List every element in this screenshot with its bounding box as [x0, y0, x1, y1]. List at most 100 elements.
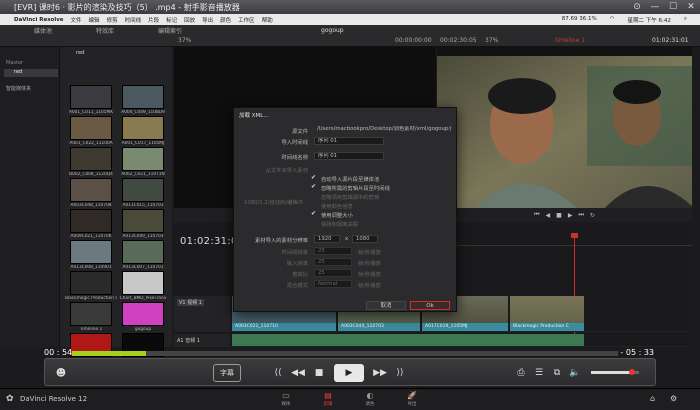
stop-button[interactable]: ■	[313, 364, 325, 382]
capture-icon[interactable]: ⎙	[515, 364, 527, 382]
resolution-row: 素材导入的素材分辨率 1920 x 1080	[234, 235, 458, 244]
tab-edit-index[interactable]: 编辑索引	[158, 26, 182, 35]
page-color[interactable]: ◐ 调色	[355, 391, 385, 407]
bin-red[interactable]: red	[4, 69, 58, 77]
clip-thumbnail[interactable]	[70, 271, 112, 295]
rewind-icon[interactable]: ◀	[546, 212, 551, 219]
option-checkbox[interactable]: ✔	[311, 184, 318, 191]
menu-item[interactable]: 工作区	[238, 16, 255, 24]
playhead-marker[interactable]	[571, 233, 578, 238]
search-icon[interactable]: ⌕	[684, 16, 687, 24]
volume-knob[interactable]	[629, 369, 635, 375]
loop-icon[interactable]: ↻	[590, 212, 595, 219]
menu-app[interactable]: DaVinci Resolve	[14, 17, 64, 23]
fast-forward-button[interactable]: ▶▶	[373, 364, 387, 382]
menu-item[interactable]: 片段	[148, 16, 159, 24]
clip-thumbnail[interactable]	[122, 116, 164, 140]
prev-icon[interactable]: ⏮	[534, 211, 539, 219]
rewind-button[interactable]: ◀◀	[291, 364, 305, 382]
res-height-input[interactable]: 1080	[352, 235, 378, 243]
ok-button[interactable]: Ok	[410, 301, 450, 310]
menu-item[interactable]: 修剪	[107, 16, 118, 24]
menu-item[interactable]: 导出	[202, 16, 213, 24]
track-label-a1[interactable]: A1 音频 1	[177, 337, 200, 344]
subtitle-button[interactable]: 字幕	[213, 364, 241, 382]
option-checkbox[interactable]	[311, 193, 318, 200]
seek-bar[interactable]	[72, 351, 618, 356]
cancel-button[interactable]: 取消	[366, 301, 406, 310]
disabled-row: 宽高比 25 帧/秒播放	[234, 269, 458, 278]
option-checkbox[interactable]	[311, 220, 318, 227]
timeline-viewer[interactable]: ⏮ ◀ ■ ▶ ⏭ ↻	[437, 47, 692, 222]
page-edit[interactable]: ▤ 剪辑	[313, 391, 343, 407]
next-chapter-button[interactable]: ⟩⟩	[393, 364, 407, 382]
minimize-button[interactable]: —	[646, 2, 664, 12]
option-checkbox[interactable]	[311, 202, 318, 209]
play-icon[interactable]: ▶	[568, 212, 573, 219]
window-icon[interactable]: ⧉	[551, 364, 563, 382]
menu-item[interactable]: 时间线	[125, 16, 142, 24]
clip-thumbnail[interactable]	[122, 85, 164, 109]
wifi-icon[interactable]: ◠	[610, 16, 615, 24]
menu-item[interactable]: 颜色	[220, 16, 231, 24]
menu-item[interactable]: 编辑	[89, 16, 100, 24]
clip-thumbnail[interactable]	[122, 147, 164, 171]
tab-media-pool[interactable]: 媒体池	[34, 26, 52, 35]
clip-name: A001_C022_11100A	[69, 141, 113, 146]
time-current: 00 : 54	[44, 348, 73, 357]
src-zoom[interactable]: 37%	[178, 37, 191, 44]
clip-thumbnail[interactable]	[122, 178, 164, 202]
clock[interactable]: 星期二 下午 6:42	[628, 16, 671, 24]
clip-thumbnail[interactable]	[70, 116, 112, 140]
clip-thumbnail[interactable]	[70, 178, 112, 202]
bin-master[interactable]: Master	[6, 60, 23, 66]
clip-thumbnail[interactable]	[70, 302, 112, 326]
option-checkbox[interactable]: ✔	[311, 175, 318, 182]
menu-item[interactable]: 帮助	[262, 16, 273, 24]
home-icon[interactable]: ⌂	[650, 394, 655, 403]
timeline-name[interactable]: timeline 1	[555, 37, 585, 44]
menu-item[interactable]: 回放	[184, 16, 195, 24]
clip-thumbnail[interactable]	[122, 240, 164, 264]
project-title: gogoup	[321, 27, 344, 34]
volume-slider[interactable]	[591, 369, 639, 375]
current-bin-label[interactable]: red	[76, 50, 84, 56]
clip-thumbnail[interactable]	[122, 209, 164, 233]
clip-thumbnail[interactable]	[70, 209, 112, 233]
player-progress: 00 : 54 - 05 : 33	[44, 348, 656, 358]
tl-zoom[interactable]: 37%	[485, 37, 498, 44]
clip-thumbnail[interactable]	[70, 147, 112, 171]
timeline-name-input[interactable]: 序列 01	[314, 152, 384, 160]
tab-effects[interactable]: 特效库	[96, 26, 114, 35]
close-button[interactable]: ✕	[682, 2, 700, 12]
track-label-v1[interactable]: V1 视频 1	[177, 299, 204, 306]
play-button[interactable]: ▶	[334, 364, 364, 382]
res-width-input[interactable]: 1920	[314, 235, 340, 243]
clip-label: A003C021_110710	[232, 323, 336, 331]
maximize-button[interactable]: ☐	[664, 2, 682, 12]
timeline-clip[interactable]: Blackmagic Production C	[510, 296, 584, 331]
page-deliver[interactable]: 🚀 导出	[397, 391, 427, 407]
clip-name: A013C007_110701	[122, 265, 164, 270]
field-label: 源文件	[292, 129, 308, 135]
audio-clip[interactable]	[232, 334, 584, 346]
import-timeline-select[interactable]: 序列 01	[314, 137, 384, 145]
clip-thumbnail[interactable]	[70, 240, 112, 264]
clip-thumbnail[interactable]	[122, 302, 164, 326]
prev-chapter-button[interactable]: ⟨⟨	[271, 364, 285, 382]
pin-icon[interactable]: ⊙	[628, 2, 646, 12]
avatar-icon[interactable]: ☻	[51, 364, 71, 382]
settings-icon[interactable]: ⚙	[670, 394, 677, 403]
playlist-icon[interactable]: ☰	[533, 364, 545, 382]
menu-item[interactable]: 标记	[166, 16, 177, 24]
tl-timecode-left: 00:02:30:05	[440, 37, 477, 44]
smart-bins[interactable]: 智能媒体夹	[6, 85, 31, 92]
clip-thumbnail[interactable]	[122, 271, 164, 295]
stop-icon[interactable]: ■	[556, 212, 562, 219]
clip-thumbnail[interactable]	[70, 85, 112, 109]
page-media[interactable]: ▭ 媒体	[271, 391, 301, 407]
option-checkbox[interactable]: ✔	[311, 211, 318, 218]
volume-icon[interactable]: 🔈	[569, 364, 581, 382]
next-icon[interactable]: ⏭	[578, 211, 583, 219]
menu-item[interactable]: 文件	[71, 16, 82, 24]
